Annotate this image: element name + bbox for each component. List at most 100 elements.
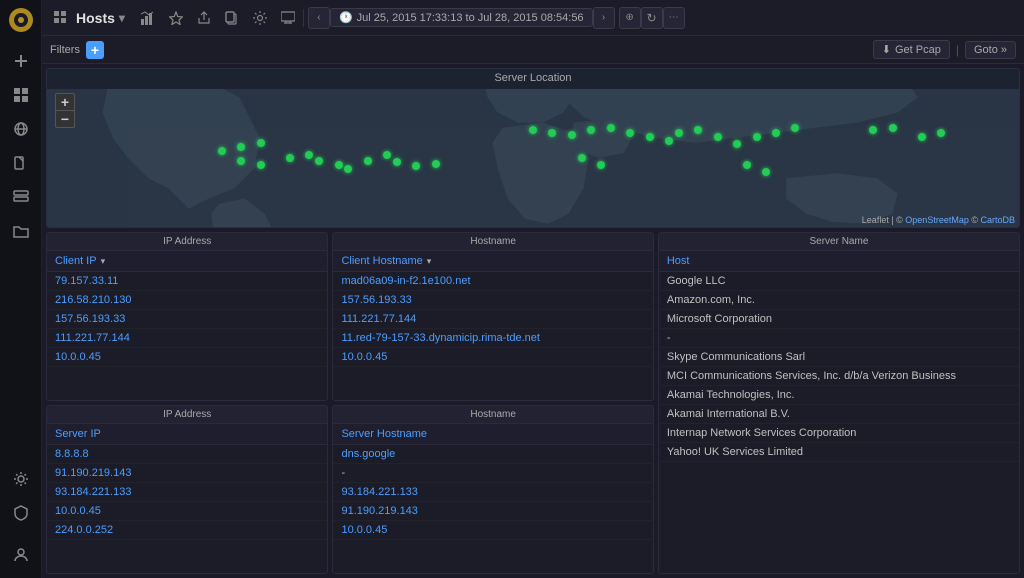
- ip-section-header-2: IP Address: [47, 406, 327, 424]
- topbar-actions: [137, 7, 299, 29]
- table-row[interactable]: Microsoft Corporation: [659, 310, 1019, 329]
- osm-link[interactable]: OpenStreetMap: [905, 215, 969, 225]
- table-row[interactable]: Internap Network Services Corporation: [659, 424, 1019, 443]
- map-panel: Server Location: [46, 68, 1020, 228]
- map-dot: [597, 161, 605, 169]
- monitor-icon[interactable]: [277, 7, 299, 29]
- client-hostname-list: mad06a09-in-f2.1e100.net157.56.193.33111…: [333, 272, 652, 400]
- table-row[interactable]: 11.red-79-157-33.dynamicip.rima-tde.net: [333, 329, 652, 348]
- table-row[interactable]: 111.221.77.144: [333, 310, 652, 329]
- map-dot: [432, 160, 440, 168]
- goto-button[interactable]: Goto »: [965, 41, 1016, 59]
- map-dot: [791, 124, 799, 132]
- server-section-header: Server Name: [659, 233, 1019, 251]
- table-row[interactable]: 91.190.219.143: [47, 464, 327, 483]
- server-ip-table: IP Address Server IP 8.8.8.891.190.219.1…: [46, 405, 328, 574]
- main-area: Hosts ▾ ‹ 🕐: [42, 0, 1024, 578]
- sidebar-item-server[interactable]: [3, 181, 39, 213]
- share-icon[interactable]: [193, 7, 215, 29]
- get-pcap-button[interactable]: ⬇ Get Pcap: [873, 40, 950, 59]
- table-row[interactable]: 10.0.0.45: [47, 348, 327, 367]
- nav-next-btn[interactable]: ›: [593, 7, 615, 29]
- table-row[interactable]: 10.0.0.45: [333, 348, 652, 367]
- table-row[interactable]: 8.8.8.8: [47, 445, 327, 464]
- client-ip-table: IP Address Client IP ▾ 79.157.33.11216.5…: [46, 232, 328, 401]
- map-dot: [364, 157, 372, 165]
- sidebar-item-add[interactable]: [3, 45, 39, 77]
- sort-arrow-hostname-icon: ▾: [427, 256, 432, 267]
- client-ip-header[interactable]: Client IP ▾: [47, 251, 327, 272]
- zoom-in-btn[interactable]: ⊕: [619, 7, 641, 29]
- server-ip-header[interactable]: Server IP: [47, 424, 327, 445]
- table-row[interactable]: 10.0.0.45: [333, 521, 652, 540]
- table-row[interactable]: Amazon.com, Inc.: [659, 291, 1019, 310]
- table-row[interactable]: Yahoo! UK Services Limited: [659, 443, 1019, 462]
- sidebar-item-dashboard[interactable]: [3, 79, 39, 111]
- map-dot: [286, 154, 294, 162]
- map-dot: [393, 158, 401, 166]
- map-dot: [305, 151, 313, 159]
- map-dot: [694, 126, 702, 134]
- map-zoom-controls: + −: [55, 93, 75, 128]
- zoom-out-button[interactable]: −: [56, 111, 74, 127]
- table-row[interactable]: 157.56.193.33: [333, 291, 652, 310]
- table-row[interactable]: 216.58.210.130: [47, 291, 327, 310]
- table-row[interactable]: -: [333, 464, 652, 483]
- tables-area: IP Address Client IP ▾ 79.157.33.11216.5…: [46, 232, 1020, 574]
- grid-icon: [50, 7, 72, 29]
- clock-icon: 🕐: [339, 11, 353, 24]
- sidebar-item-folder[interactable]: [3, 215, 39, 247]
- map-dot: [743, 161, 751, 169]
- settings-icon[interactable]: [249, 7, 271, 29]
- map-dot: [626, 129, 634, 137]
- sidebar-item-network[interactable]: [3, 113, 39, 145]
- table-row[interactable]: 111.221.77.144: [47, 329, 327, 348]
- server-column: Server Name Host Google LLCAmazon.com, I…: [658, 232, 1020, 574]
- nav-prev-btn[interactable]: ‹: [308, 7, 330, 29]
- page-title[interactable]: Hosts ▾: [76, 10, 125, 26]
- table-row[interactable]: Akamai Technologies, Inc.: [659, 386, 1019, 405]
- sidebar-item-settings[interactable]: [3, 463, 39, 495]
- map-dot: [578, 154, 586, 162]
- map-dot: [918, 133, 926, 141]
- table-row[interactable]: 79.157.33.11: [47, 272, 327, 291]
- bar-chart-icon[interactable]: [137, 7, 159, 29]
- refresh-btn[interactable]: ↻: [641, 7, 663, 29]
- sidebar-item-files[interactable]: [3, 147, 39, 179]
- server-name-header[interactable]: Host: [659, 251, 1019, 272]
- client-hostname-header[interactable]: Client Hostname ▾: [333, 251, 652, 272]
- map-dot: [587, 126, 595, 134]
- table-row[interactable]: 157.56.193.33: [47, 310, 327, 329]
- table-row[interactable]: dns.google: [333, 445, 652, 464]
- map-body[interactable]: + − Leaflet | © OpenStreetMap © CartoDB: [47, 89, 1019, 227]
- table-row[interactable]: 93.184.221.133: [333, 483, 652, 502]
- server-ip-list: 8.8.8.891.190.219.14393.184.221.13310.0.…: [47, 445, 327, 573]
- map-dot: [257, 161, 265, 169]
- map-dot: [607, 124, 615, 132]
- sidebar-item-security[interactable]: [3, 497, 39, 529]
- map-dot: [646, 133, 654, 141]
- map-dot: [218, 147, 226, 155]
- table-row[interactable]: -: [659, 329, 1019, 348]
- table-row[interactable]: 93.184.221.133: [47, 483, 327, 502]
- cartodb-link[interactable]: CartoDB: [980, 215, 1015, 225]
- time-range-selector[interactable]: 🕐 Jul 25, 2015 17:33:13 to Jul 28, 2015 …: [330, 8, 593, 27]
- copy-icon[interactable]: [221, 7, 243, 29]
- table-row[interactable]: 10.0.0.45: [47, 502, 327, 521]
- table-row[interactable]: Akamai International B.V.: [659, 405, 1019, 424]
- sidebar-item-user[interactable]: [3, 539, 39, 571]
- table-row[interactable]: 224.0.0.252: [47, 521, 327, 540]
- table-row[interactable]: 91.190.219.143: [333, 502, 652, 521]
- server-hostname-header[interactable]: Server Hostname: [333, 424, 652, 445]
- more-btn[interactable]: ⋯: [663, 7, 685, 29]
- zoom-in-button[interactable]: +: [56, 94, 74, 110]
- map-dot: [675, 129, 683, 137]
- star-icon[interactable]: [165, 7, 187, 29]
- table-row[interactable]: mad06a09-in-f2.1e100.net: [333, 272, 652, 291]
- map-dot: [383, 151, 391, 159]
- table-row[interactable]: Google LLC: [659, 272, 1019, 291]
- table-row[interactable]: Skype Communications Sarl: [659, 348, 1019, 367]
- filter-add-button[interactable]: +: [86, 41, 104, 59]
- table-row[interactable]: MCI Communications Services, Inc. d/b/a …: [659, 367, 1019, 386]
- app-logo[interactable]: [7, 6, 35, 34]
